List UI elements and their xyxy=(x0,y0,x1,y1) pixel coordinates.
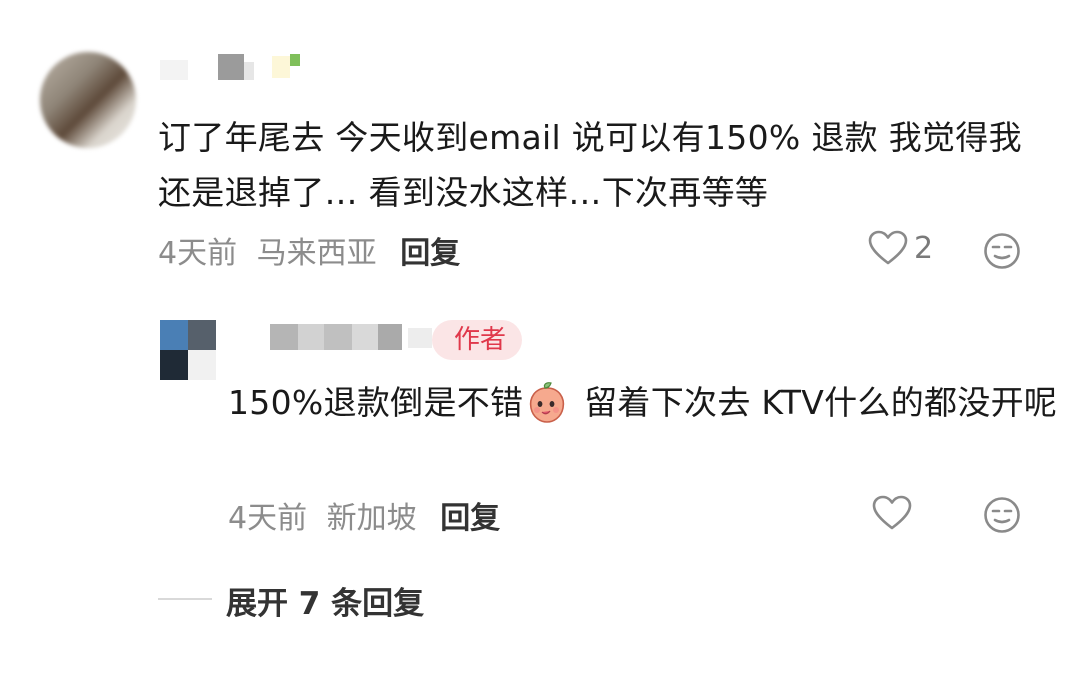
meh-face-icon xyxy=(984,497,1020,533)
like-button[interactable]: 2 xyxy=(868,230,933,266)
like-count: 2 xyxy=(914,230,934,266)
comment-text: 150%退款倒是不错 留着下次去 KTV什么的都没开呢 xyxy=(228,375,1058,430)
heart-outline-icon xyxy=(868,230,908,265)
avatar[interactable] xyxy=(40,52,136,148)
reply-button[interactable]: 回复 xyxy=(440,501,500,536)
dislike-button[interactable] xyxy=(983,232,1021,270)
comment-text-part: 留着下次去 KTV什么的都没开呢 xyxy=(573,383,1058,422)
comment-location: 新加坡 xyxy=(326,501,417,536)
like-button[interactable] xyxy=(872,495,912,531)
comment-text: 订了年尾去 今天收到email 说可以有150% 退款 我觉得我还是退掉了… 看… xyxy=(158,118,1022,212)
comment-location: 马来西亚 xyxy=(256,236,377,271)
comment-text-part: 150%退款倒是不错 xyxy=(228,383,524,422)
peach-emoji-icon xyxy=(530,381,565,423)
expand-replies-button[interactable]: 展开 7 条回复 xyxy=(226,578,424,623)
username-pixelated[interactable] xyxy=(160,52,310,82)
comment-meta: 4天前 马来西亚 回复 xyxy=(158,228,460,272)
reply-button[interactable]: 回复 xyxy=(400,236,460,271)
divider xyxy=(158,598,212,600)
author-badge: 作者 xyxy=(432,320,523,360)
comment-meta: 4天前 新加坡 回复 xyxy=(228,493,500,537)
avatar[interactable] xyxy=(160,320,216,380)
meh-face-icon xyxy=(984,233,1020,269)
username-pixelated[interactable] xyxy=(240,322,440,352)
comment-time: 4天前 xyxy=(228,501,308,536)
heart-outline-icon xyxy=(872,495,912,530)
comment-time: 4天前 xyxy=(158,236,238,271)
dislike-button[interactable] xyxy=(983,496,1021,534)
comment-thread: 订了年尾去 今天收到email 说可以有150% 退款 我觉得我还是退掉了… 看… xyxy=(0,0,1080,688)
